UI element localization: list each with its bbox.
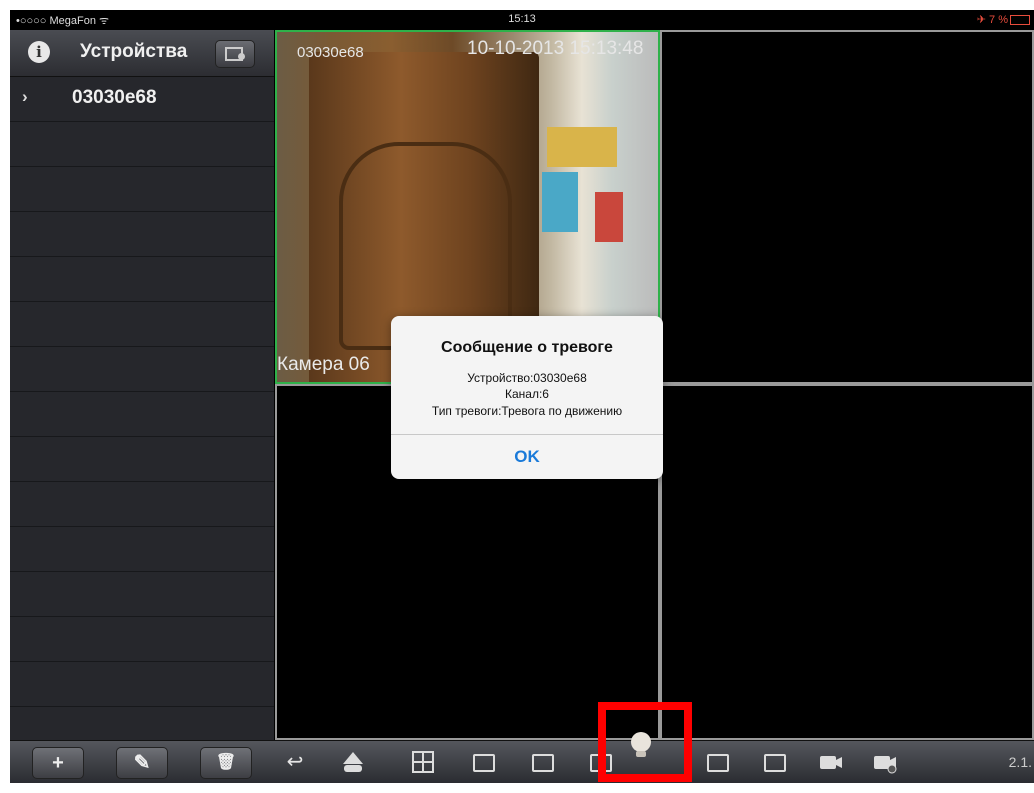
empty-row <box>10 437 274 482</box>
video-cell-4[interactable] <box>660 384 1034 740</box>
clock: 15:13 <box>508 13 536 25</box>
empty-row <box>10 122 274 167</box>
camera-name: Камера 06 <box>277 354 370 375</box>
empty-row <box>10 347 274 392</box>
highlight-box <box>598 702 692 782</box>
empty-row <box>10 482 274 527</box>
ptz-icon[interactable] <box>340 749 366 775</box>
wall-decor <box>547 127 617 167</box>
camera-settings-shape <box>874 756 897 774</box>
add-device-button[interactable]: + <box>32 747 84 779</box>
battery-indicator: ✈ 7 % <box>977 13 1030 26</box>
alert-title: Сообщение о тревоге <box>441 339 613 356</box>
alert-channel-line: Канал:6 <box>505 387 549 401</box>
empty-row <box>10 167 274 212</box>
box-shape <box>707 753 729 772</box>
camera-icon[interactable] <box>818 749 844 775</box>
sidebar-title: Устройства <box>80 41 188 62</box>
fullscreen-icon[interactable] <box>530 749 556 775</box>
back-icon[interactable]: ↩ <box>282 749 308 775</box>
video-cell-2[interactable] <box>660 30 1034 384</box>
gear-icon <box>238 53 245 60</box>
battery-label: ✈ 7 % <box>976 14 1008 26</box>
empty-row <box>10 662 274 707</box>
battery-icon <box>1010 15 1030 26</box>
wall-decor <box>542 172 578 232</box>
empty-row <box>10 392 274 437</box>
layout-shape <box>412 751 434 773</box>
empty-row <box>10 302 274 347</box>
ok-button[interactable]: OK <box>391 435 663 479</box>
bottom-toolbar: + ✎ 🗑 ↩ 2.1. <box>10 740 1034 783</box>
box-shape <box>764 753 786 772</box>
camera-timestamp: 10-10-2013 15:13:48 <box>467 38 644 59</box>
record-icon[interactable] <box>762 749 788 775</box>
camera-settings-icon[interactable] <box>872 749 898 775</box>
info-icon[interactable]: i <box>28 41 50 63</box>
box-shape <box>532 753 554 772</box>
empty-row <box>10 257 274 302</box>
version-label: 2.1. <box>1008 754 1032 770</box>
edit-device-button[interactable]: ✎ <box>116 747 168 779</box>
empty-row <box>10 212 274 257</box>
device-sidebar: i Устройства › 03030e68 <box>10 30 274 740</box>
screen-icon[interactable] <box>705 749 731 775</box>
ipad-screen: •○○○○ MegaFon ᯤ 15:13 ✈ 7 % i Устройства… <box>10 10 1034 783</box>
ptz-shape <box>343 752 363 772</box>
camera-shape <box>820 756 842 769</box>
empty-row <box>10 572 274 617</box>
camera-device-label: 03030e68 <box>297 44 364 61</box>
device-row[interactable]: › 03030e68 <box>10 77 274 122</box>
alert-type-line: Тип тревоги:Тревога по движению <box>431 404 623 418</box>
stop-all-icon[interactable] <box>471 749 497 775</box>
layout-icon[interactable] <box>410 749 436 775</box>
box-shape <box>473 753 495 772</box>
sidebar-header: i Устройства <box>10 30 274 77</box>
empty-row <box>10 617 274 662</box>
wall-decor <box>595 192 623 242</box>
alarm-alert-dialog: Сообщение о тревоге Устройство:03030e68 … <box>391 316 663 479</box>
empty-row <box>10 527 274 572</box>
alert-device-line: Устройство:03030e68 <box>467 371 587 385</box>
delete-device-button[interactable]: 🗑 <box>200 747 252 779</box>
status-bar: •○○○○ MegaFon ᯤ 15:13 ✈ 7 % <box>10 10 1034 30</box>
device-settings-button[interactable] <box>215 40 255 68</box>
chevron-right-icon: › <box>22 87 28 106</box>
device-name: 03030e68 <box>72 87 157 108</box>
